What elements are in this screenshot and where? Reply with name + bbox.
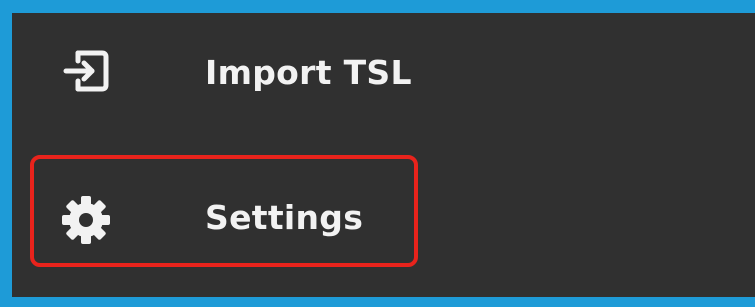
menu-item-label: Import TSL bbox=[205, 53, 412, 92]
screenshot-frame: Import TSL Settings bbox=[0, 0, 755, 307]
gear-icon bbox=[56, 190, 116, 250]
side-menu: Import TSL Settings bbox=[12, 13, 755, 297]
menu-item-settings[interactable]: Settings bbox=[12, 150, 755, 280]
menu-item-label: Settings bbox=[205, 198, 364, 237]
import-icon bbox=[56, 41, 116, 101]
menu-item-import-tsl[interactable]: Import TSL bbox=[12, 21, 755, 151]
